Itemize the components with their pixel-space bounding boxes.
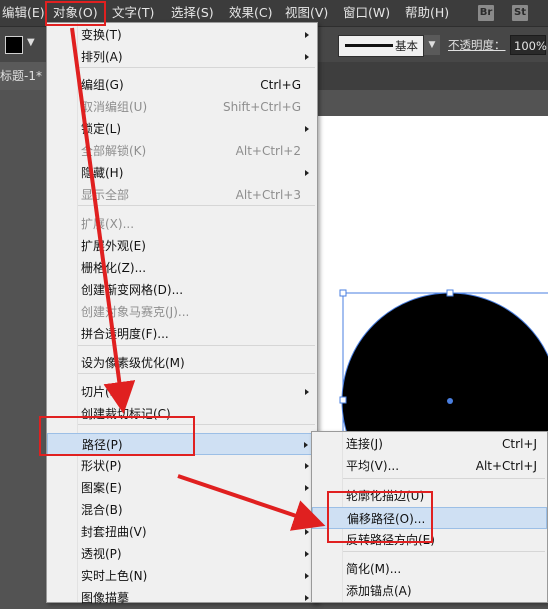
menu-item-label: 编组(G): [81, 78, 124, 92]
stroke-style-select[interactable]: 基本: [338, 35, 424, 57]
submenu-arrow-icon: [305, 389, 309, 395]
menu-item-label: 混合(B): [81, 503, 123, 517]
submenu-arrow-icon: [305, 170, 309, 176]
object-menu-item[interactable]: 拼合透明度(F)...: [47, 323, 317, 345]
submenu-arrow-icon: [305, 551, 309, 557]
menu-item-label: 添加锚点(A): [346, 584, 412, 598]
menu-item-shortcut: Shift+Ctrl+G: [222, 100, 301, 114]
menu-window[interactable]: 窗口(W): [343, 0, 390, 26]
menu-item-label: 扩展外观(E): [81, 239, 146, 253]
object-menu-item[interactable]: 栅格化(Z)...: [47, 257, 317, 279]
object-menu-item[interactable]: 创建渐变网格(D)...: [47, 279, 317, 301]
menu-item-shortcut: Alt+Ctrl+3: [235, 188, 301, 202]
stroke-style-label: 基本: [395, 39, 418, 53]
document-tab[interactable]: 标题-1* @: [0, 62, 48, 90]
menu-item-label: 图案(E): [81, 481, 122, 495]
opacity-input[interactable]: 100%: [510, 35, 547, 55]
opacity-label[interactable]: 不透明度：: [448, 37, 506, 53]
chevron-down-icon[interactable]: ▼: [424, 35, 440, 55]
menu-item-shortcut: Alt+Ctrl+J: [475, 459, 537, 473]
menu-item-label: 栅格化(Z)...: [81, 261, 147, 275]
object-menu-item[interactable]: 锁定(L): [47, 118, 317, 140]
menu-item-label: 透视(P): [81, 547, 122, 561]
submenu-arrow-icon: [305, 54, 309, 60]
annotation-box-path-item: [39, 416, 195, 456]
menu-item-label: 变换(T): [81, 28, 122, 42]
menu-item-label: 拼合透明度(F)...: [81, 327, 169, 341]
object-menu-item[interactable]: 形状(P): [47, 455, 317, 477]
object-menu-item[interactable]: 切片(S): [47, 381, 317, 403]
menu-item-label: 简化(M)...: [346, 562, 402, 576]
menu-item-label: 平均(V)...: [346, 459, 400, 473]
menu-item-label: 图像描摹: [81, 591, 130, 605]
object-menu-item: 扩展(X)...: [47, 213, 317, 235]
submenu-arrow-icon: [305, 32, 309, 38]
menu-item-label: 切片(S): [81, 385, 122, 399]
menu-edit[interactable]: 编辑(E): [2, 0, 45, 26]
object-menu-item: 显示全部 Alt+Ctrl+3: [47, 184, 317, 206]
bridge-icon[interactable]: Br: [478, 5, 494, 21]
menu-item-label: 创建渐变网格(D)...: [81, 283, 184, 297]
menu-separator: [78, 345, 315, 346]
submenu-arrow-icon: [305, 485, 309, 491]
selection-handle[interactable]: [339, 289, 347, 297]
menu-item-shortcut: Ctrl+G: [260, 78, 301, 92]
object-menu: 变换(T) 排列(A) 编组(G) Ctrl+G 取消编组(U) Shift+Ctrl+G…: [46, 22, 318, 605]
object-menu-item: 创建对象马赛克(J)...: [47, 301, 317, 323]
submenu-arrow-icon: [305, 573, 309, 579]
object-menu-item[interactable]: 图像描摹: [47, 587, 317, 609]
object-menu-item[interactable]: 设为像素级优化(M): [47, 352, 317, 374]
object-menu-item: 取消编组(U) Shift+Ctrl+G: [47, 96, 317, 118]
menu-item-label: 取消编组(U): [81, 100, 148, 114]
object-menu-item[interactable]: 排列(A): [47, 46, 317, 68]
object-menu-item[interactable]: 扩展外观(E): [47, 235, 317, 257]
menu-separator: [343, 551, 545, 552]
menu-item-label: 封套扭曲(V): [81, 525, 147, 539]
submenu-arrow-icon: [305, 529, 309, 535]
menu-item-label: 设为像素级优化(M): [81, 356, 185, 370]
menu-item-label: 形状(P): [81, 459, 122, 473]
annotation-box-offset-path: [327, 491, 433, 543]
menu-item-shortcut: Alt+Ctrl+2: [235, 144, 301, 158]
fill-swatch-icon[interactable]: [5, 36, 23, 54]
menu-item-label: 连接(J): [346, 437, 383, 451]
selection-handle[interactable]: [446, 289, 454, 297]
path-submenu-item[interactable]: 平均(V)... Alt+Ctrl+J: [312, 455, 547, 477]
object-menu-item[interactable]: 图案(E): [47, 477, 317, 499]
object-menu-item[interactable]: 隐藏(H): [47, 162, 317, 184]
object-menu-item[interactable]: 实时上色(N): [47, 565, 317, 587]
menu-item-label: 显示全部: [81, 188, 130, 202]
menu-item-shortcut: Ctrl+J: [502, 437, 537, 451]
submenu-arrow-icon: [305, 507, 309, 513]
object-menu-item[interactable]: 透视(P): [47, 543, 317, 565]
object-menu-item[interactable]: 变换(T): [47, 24, 317, 46]
path-submenu-item[interactable]: 连接(J) Ctrl+J: [312, 433, 547, 455]
menu-item-label: 创建对象马赛克(J)...: [81, 305, 190, 319]
object-menu-item: 全部解锁(K) Alt+Ctrl+2: [47, 140, 317, 162]
center-point: [447, 398, 453, 404]
path-submenu-item[interactable]: 添加锚点(A): [312, 580, 547, 602]
object-menu-item[interactable]: 封套扭曲(V): [47, 521, 317, 543]
menu-item-label: 排列(A): [81, 50, 123, 64]
menu-help[interactable]: 帮助(H): [405, 0, 449, 26]
submenu-arrow-icon: [304, 442, 308, 448]
menu-item-label: 扩展(X)...: [81, 217, 135, 231]
menu-item-label: 隐藏(H): [81, 166, 124, 180]
object-menu-item[interactable]: 编组(G) Ctrl+G: [47, 74, 317, 96]
path-submenu-item[interactable]: 简化(M)...: [312, 558, 547, 580]
menu-item-label: 全部解锁(K): [81, 144, 147, 158]
submenu-arrow-icon: [305, 595, 309, 601]
selection-handle[interactable]: [339, 396, 347, 404]
menu-item-label: 实时上色(N): [81, 569, 148, 583]
menu-item-label: 锁定(L): [81, 122, 122, 136]
menu-separator: [343, 478, 545, 479]
object-menu-item[interactable]: 混合(B): [47, 499, 317, 521]
stroke-preview: [345, 44, 393, 47]
stock-icon[interactable]: St: [512, 5, 528, 21]
submenu-arrow-icon: [305, 126, 309, 132]
chevron-down-icon[interactable]: ▼: [27, 37, 35, 48]
submenu-arrow-icon: [305, 463, 309, 469]
annotation-box-object-menu: [45, 1, 106, 26]
